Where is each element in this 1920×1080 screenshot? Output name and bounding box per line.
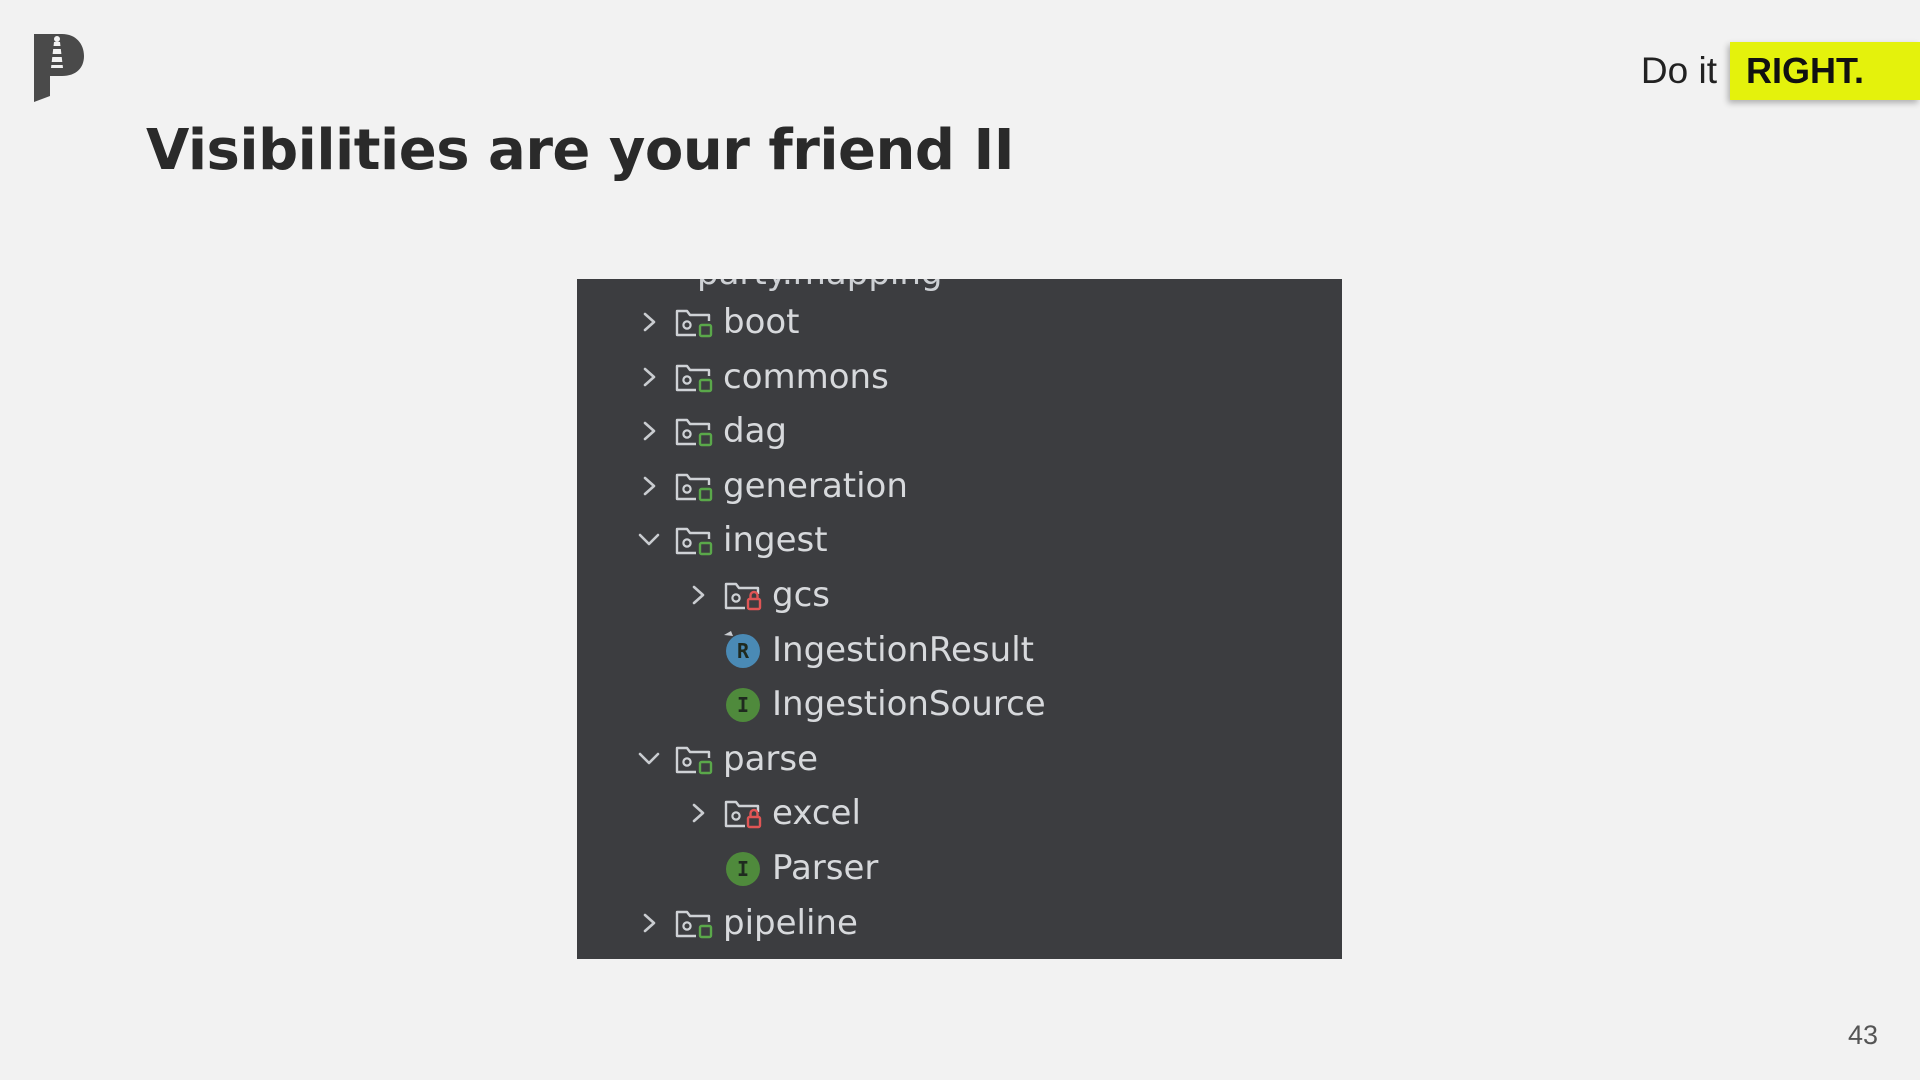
interface-icon: I — [723, 841, 763, 895]
chevron-down-icon[interactable] — [625, 732, 673, 786]
package-open-icon — [674, 295, 714, 349]
tagline: Do it RIGHT. — [1641, 42, 1920, 100]
chevron-right-icon[interactable] — [625, 350, 673, 404]
slide-title: Visibilities are your friend II — [146, 118, 1015, 183]
package-open-icon — [674, 732, 714, 786]
tree-row-label: IngestionSource — [772, 684, 1046, 725]
tree-row-partial-label: party.mapping — [697, 279, 943, 293]
tree-row-label: gcs — [772, 575, 830, 615]
tree-row-label: generation — [723, 465, 908, 506]
brand-logo-icon — [30, 30, 86, 102]
tree-row-parser[interactable]: I Parser — [674, 841, 878, 895]
page-number: 43 — [1847, 1020, 1878, 1050]
chevron-right-icon[interactable] — [625, 295, 673, 349]
tree-row-label: parse — [723, 738, 819, 779]
tree-row-label: boot — [723, 302, 800, 342]
tree-row-ingest[interactable]: ingest — [625, 513, 828, 567]
tree-row-boot[interactable]: boot — [625, 295, 800, 349]
package-open-icon — [674, 459, 714, 513]
package-open-icon — [674, 404, 714, 458]
chevron-right-icon[interactable] — [625, 896, 673, 950]
package-open-icon — [674, 896, 714, 950]
tree-row-label: pipeline — [723, 902, 858, 943]
tree-row-label: IngestionResult — [772, 629, 1034, 670]
tree-row-pipeline[interactable]: pipeline — [625, 896, 858, 950]
package-open-icon — [674, 350, 714, 404]
tree-row-gcs[interactable]: gcs — [674, 568, 830, 622]
tree-row-ingestionresult[interactable]: R IngestionResult — [674, 623, 1034, 677]
tree-row-label: ingest — [723, 520, 828, 561]
project-tree-screenshot: party.mapping boot commons dag generatio… — [577, 279, 1342, 959]
tree-row-label: excel — [772, 793, 861, 834]
tree-row-parse[interactable]: parse — [625, 732, 818, 786]
package-private-icon — [723, 568, 763, 622]
tagline-prefix: Do it — [1640, 50, 1717, 91]
record-class-icon: R — [723, 623, 763, 677]
package-open-icon — [674, 513, 714, 567]
chevron-right-icon[interactable] — [625, 459, 673, 513]
tree-row-excel[interactable]: excel — [674, 786, 861, 840]
tree-row-commons[interactable]: commons — [625, 350, 889, 404]
chevron-right-icon[interactable] — [674, 786, 722, 840]
svg-text:I: I — [737, 693, 749, 717]
chevron-down-icon[interactable] — [625, 513, 673, 567]
tagline-highlight: RIGHT. — [1730, 42, 1920, 100]
tree-row-generation[interactable]: generation — [625, 459, 908, 513]
tagline-highlight-text: RIGHT. — [1746, 50, 1865, 91]
tree-row-ingestionsource[interactable]: I IngestionSource — [674, 677, 1046, 731]
package-private-icon — [723, 786, 763, 840]
tree-row-label: dag — [723, 411, 787, 452]
chevron-right-icon[interactable] — [625, 404, 673, 458]
chevron-right-icon[interactable] — [674, 568, 722, 622]
tree-row-partial: party.mapping — [687, 279, 987, 293]
tree-row-label: commons — [723, 356, 889, 397]
svg-text:R: R — [737, 639, 750, 663]
tree-row-label: Parser — [772, 848, 879, 888]
svg-text:I: I — [737, 857, 749, 881]
interface-icon: I — [723, 677, 763, 731]
tree-row-dag[interactable]: dag — [625, 404, 787, 458]
